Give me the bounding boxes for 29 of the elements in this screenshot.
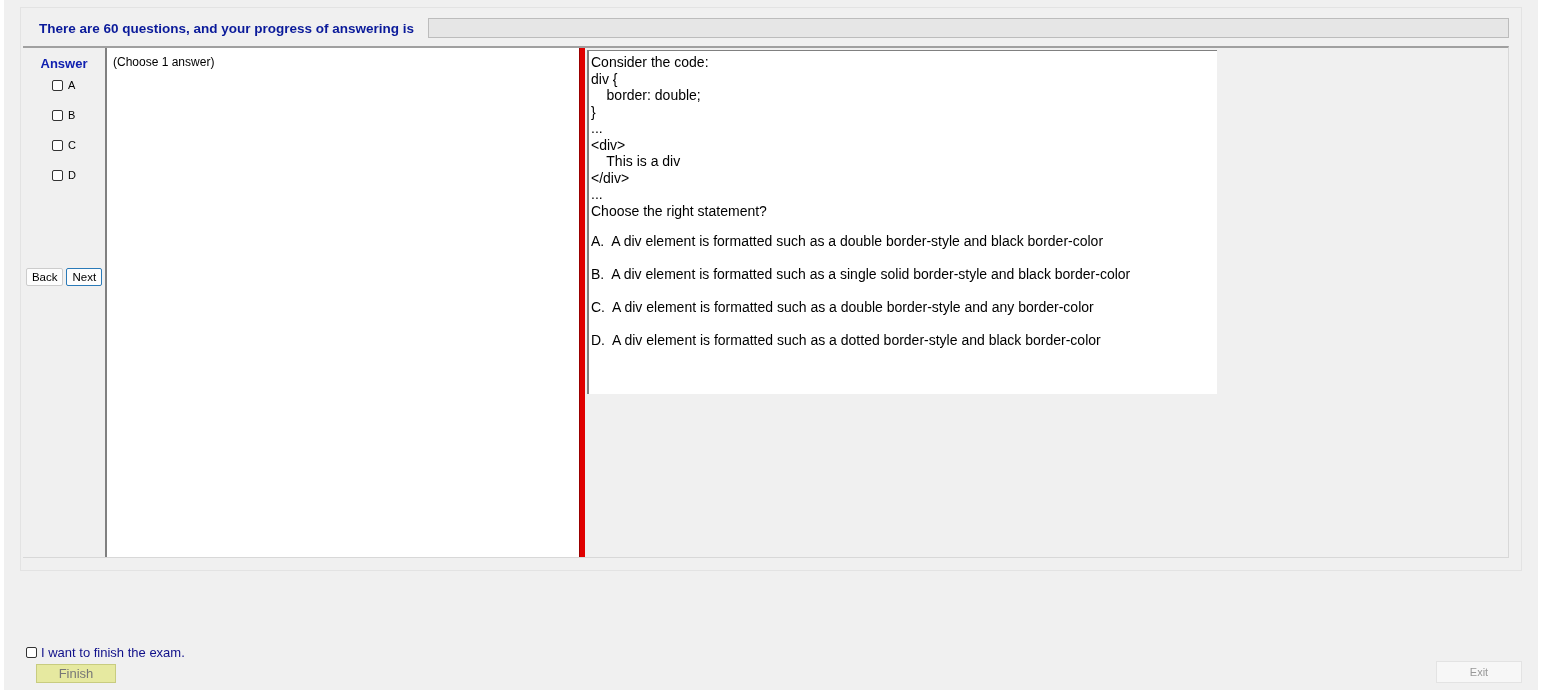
choice-label: C <box>68 139 76 151</box>
answer-checkbox[interactable] <box>52 109 63 121</box>
answer-heading: Answer <box>40 56 88 71</box>
answer-checkbox[interactable] <box>52 79 63 91</box>
answer-checkbox[interactable] <box>52 169 63 181</box>
finish-label: I want to finish the exam. <box>41 645 185 660</box>
finish-checkbox[interactable] <box>26 647 37 658</box>
question-line: ... <box>591 186 604 203</box>
answer-checkbox[interactable] <box>52 139 63 151</box>
progress-text: There are 60 questions, and your progress of answering is <box>39 20 415 36</box>
question-line: This is a div <box>605 153 682 170</box>
back-button[interactable]: Back <box>25 268 64 286</box>
question-line: div { <box>591 70 619 87</box>
option-text: C. A div element is formatted such as a double border-style and any border-color <box>591 299 1095 316</box>
choice-label: A <box>68 79 76 91</box>
instruction-text: (Choose 1 answer) <box>113 55 215 69</box>
choice-label: D <box>68 169 76 181</box>
question-line: <div> <box>591 136 627 153</box>
question-line: Consider the code: <box>591 54 710 71</box>
question-line: Choose the right statement? <box>591 202 768 219</box>
question-line: } <box>591 103 597 120</box>
option-text: B. A div element is formatted such as a single solid border-style and black border-color <box>591 266 1132 283</box>
question-line: </div> <box>591 169 631 186</box>
question-line: border: double; <box>605 87 702 104</box>
question-line: ... <box>591 120 604 137</box>
choice-label: B <box>68 109 76 121</box>
next-button[interactable]: Next <box>66 268 103 286</box>
option-text: D. A div element is formatted such as a dotted border-style and black border-color <box>591 332 1102 349</box>
option-text: A. A div element is formatted such as a double border-style and black border-color <box>591 233 1105 250</box>
